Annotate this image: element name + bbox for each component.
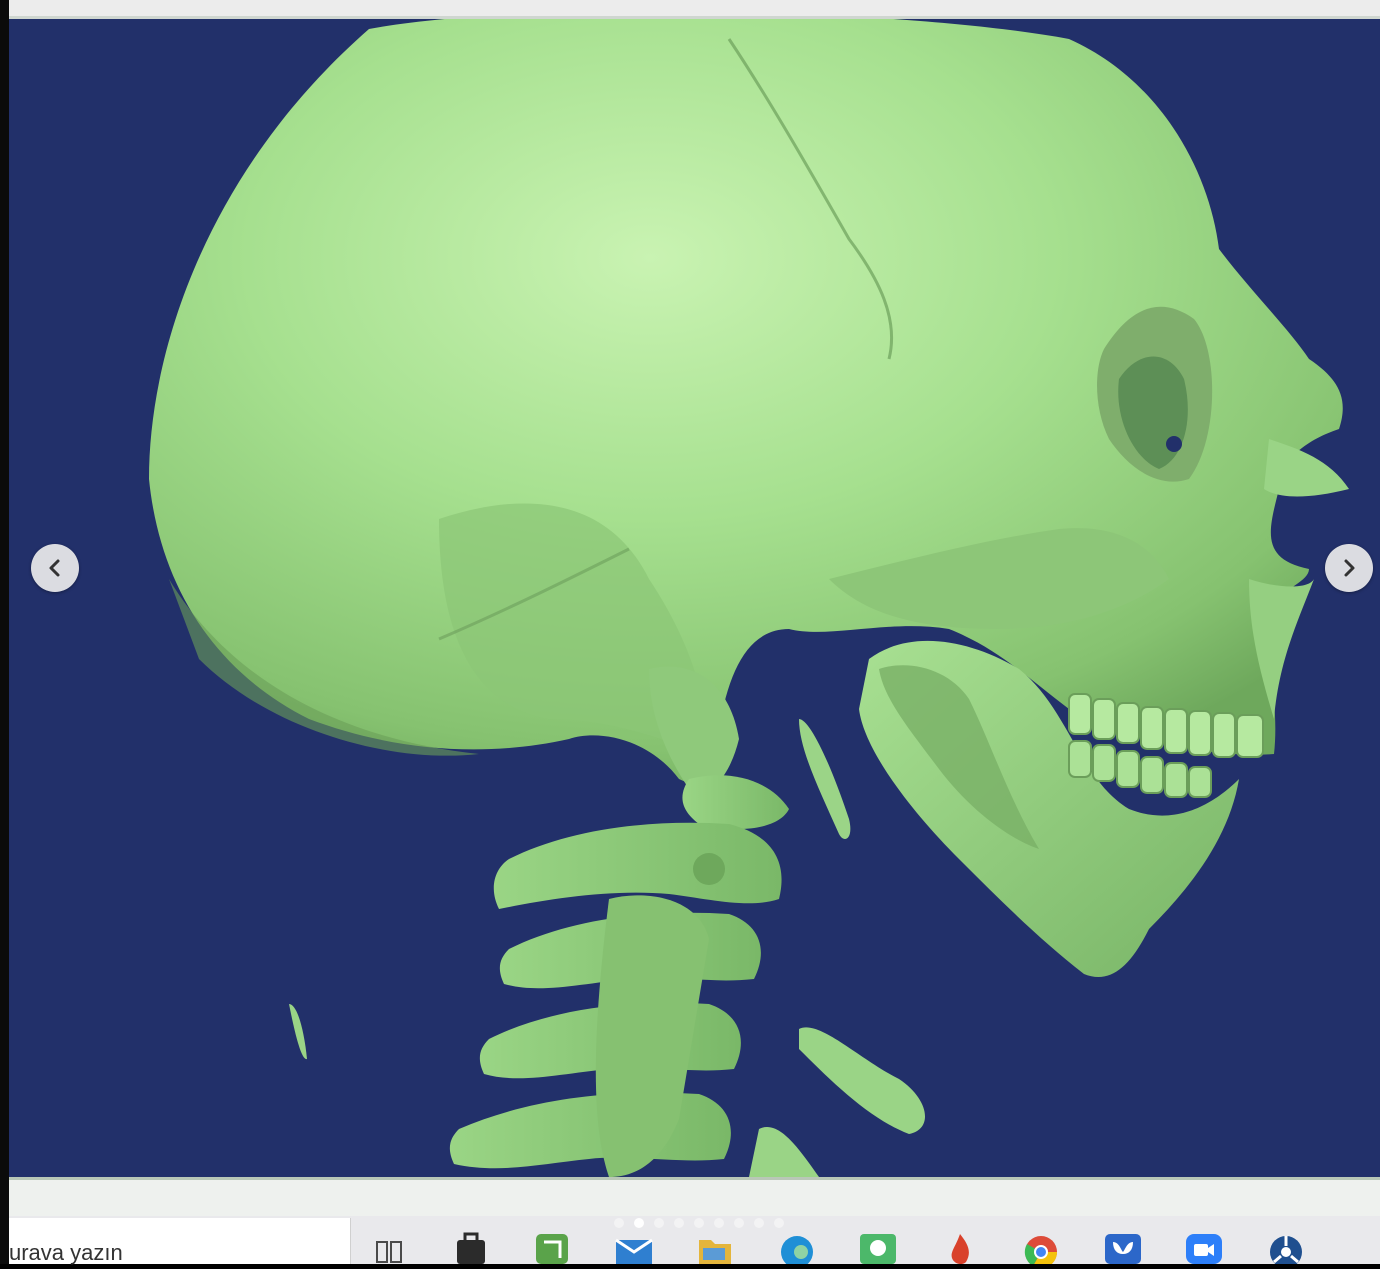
carousel-prev-button[interactable] bbox=[31, 544, 79, 592]
search-placeholder: urava yazın bbox=[9, 1240, 123, 1265]
carousel-dot[interactable] bbox=[754, 1218, 764, 1228]
bone-fragment-base bbox=[749, 1127, 819, 1177]
chevron-left-icon bbox=[49, 559, 60, 577]
carousel-dots bbox=[614, 1218, 794, 1230]
notes-app-icon[interactable] bbox=[532, 1228, 572, 1264]
toolbar-icons[interactable] bbox=[9, 0, 389, 6]
orbit-gap bbox=[1166, 436, 1182, 452]
carousel-dot[interactable] bbox=[654, 1218, 664, 1228]
nasal-bone bbox=[1264, 439, 1349, 497]
video-call-icon[interactable] bbox=[1184, 1228, 1224, 1264]
carousel-dot[interactable] bbox=[694, 1218, 704, 1228]
carousel-next-button[interactable] bbox=[1325, 544, 1373, 592]
task-view-icon[interactable] bbox=[369, 1228, 409, 1264]
mail-icon[interactable] bbox=[614, 1228, 654, 1264]
carousel-dot[interactable] bbox=[774, 1218, 784, 1228]
flame-app-icon[interactable] bbox=[940, 1228, 980, 1265]
store-icon[interactable] bbox=[451, 1228, 491, 1264]
3d-viewport[interactable] bbox=[9, 19, 1380, 1177]
bone-fragment bbox=[289, 1004, 307, 1060]
carousel-dot[interactable] bbox=[634, 1218, 644, 1228]
chat-icon[interactable] bbox=[858, 1228, 898, 1264]
taskbar-search-box[interactable]: urava yazın bbox=[9, 1218, 351, 1265]
carousel-dot[interactable] bbox=[674, 1218, 684, 1228]
skull-render bbox=[149, 19, 1349, 1177]
app-toolbar bbox=[9, 0, 1380, 19]
chrome-icon[interactable] bbox=[1021, 1228, 1061, 1269]
vertebral-foramen bbox=[693, 853, 725, 885]
cervical-spine bbox=[449, 775, 789, 1177]
file-explorer-icon[interactable] bbox=[695, 1228, 735, 1264]
left-bezel bbox=[0, 0, 9, 1264]
edge-icon[interactable] bbox=[777, 1228, 817, 1268]
settings-app-icon[interactable] bbox=[1266, 1228, 1306, 1268]
styloid-process bbox=[799, 719, 851, 839]
hyoid-bone bbox=[799, 1027, 926, 1134]
carousel-dot[interactable] bbox=[714, 1218, 724, 1228]
carousel-dot[interactable] bbox=[614, 1218, 624, 1228]
chevron-right-icon bbox=[1344, 559, 1355, 577]
carousel-dot[interactable] bbox=[734, 1218, 744, 1228]
app-status-bar bbox=[9, 1177, 1380, 1219]
screenshot-screen: urava yazın bbox=[0, 0, 1380, 1269]
butterfly-app-icon[interactable] bbox=[1103, 1228, 1143, 1264]
